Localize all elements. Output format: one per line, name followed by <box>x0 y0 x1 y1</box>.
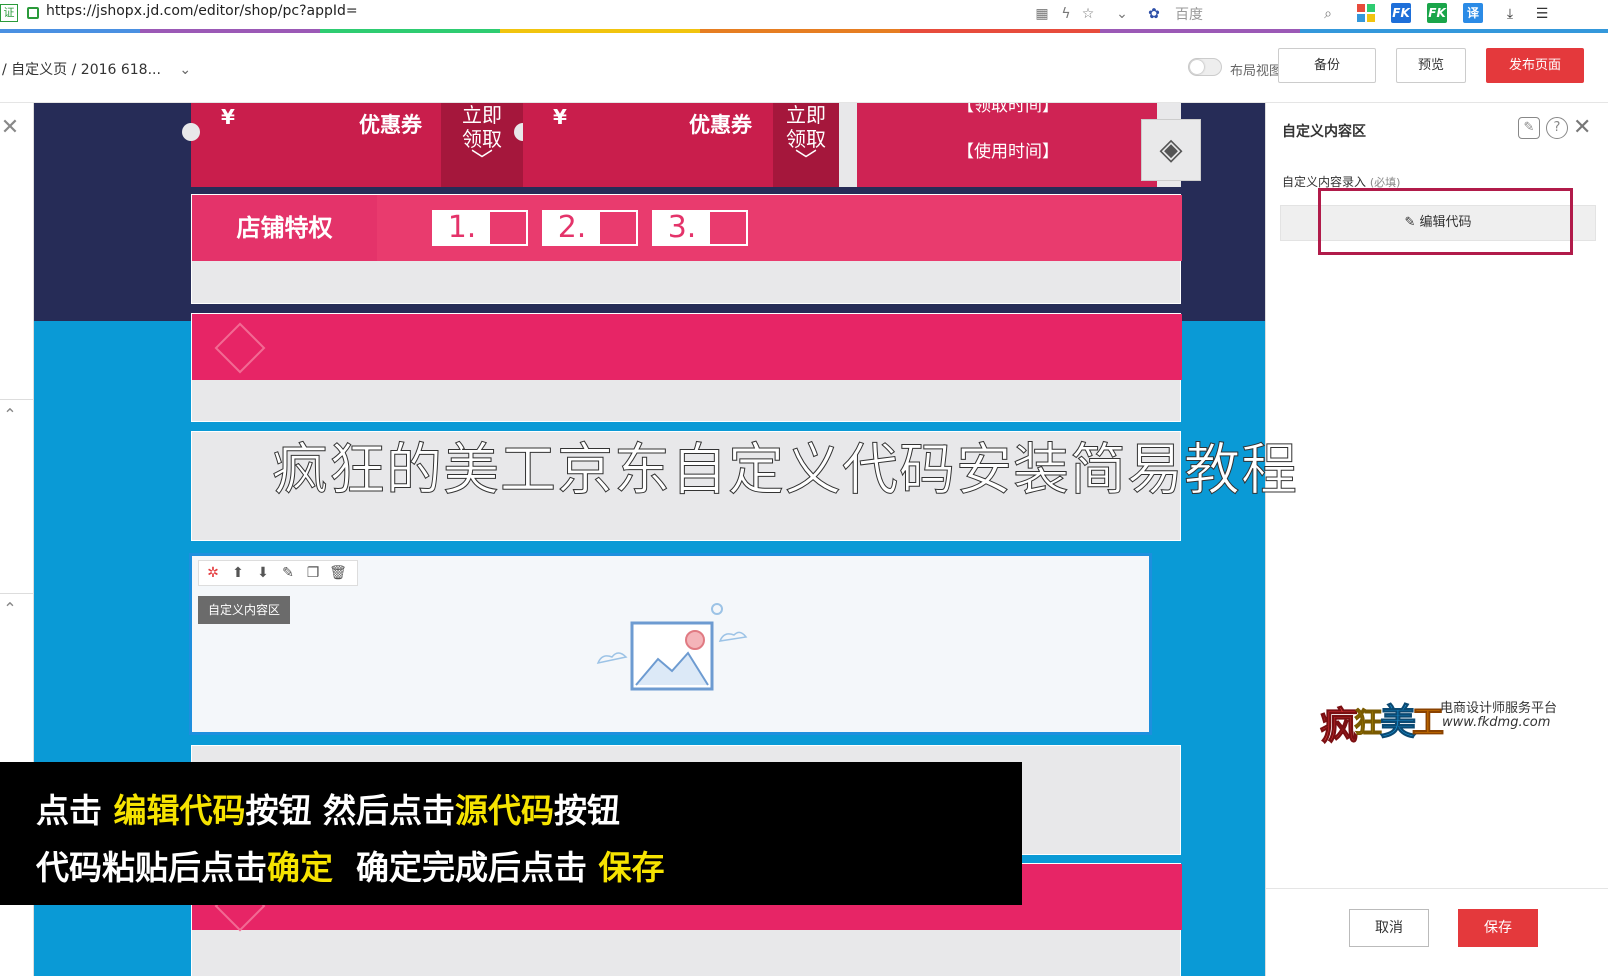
caption-text: 按钮 然后点击 <box>245 791 456 830</box>
privilege-item[interactable]: 2. <box>542 210 638 246</box>
layers-icon[interactable]: ◈ <box>1141 119 1201 181</box>
caption-highlight: 保存 <box>598 848 665 887</box>
privilege-item[interactable]: 1. <box>432 210 528 246</box>
move-up-icon[interactable]: ⬆ <box>228 563 248 583</box>
banner-module[interactable] <box>191 313 1182 422</box>
coupon-yen: ¥ <box>221 105 235 129</box>
close-icon[interactable]: ✕ <box>1573 115 1591 140</box>
chevron-down-icon[interactable]: ⌄ <box>1112 4 1132 24</box>
certificate-icon[interactable]: 证 <box>0 4 18 22</box>
fk-extension-green-icon[interactable]: FK <box>1427 3 1447 23</box>
privilege-number: 1. <box>434 212 490 244</box>
image-placeholder-icon <box>596 603 748 691</box>
caption-text: 代码粘贴后点击 <box>36 848 267 887</box>
coupon-get-line2: 领取 <box>462 127 502 151</box>
apps-grid-icon[interactable] <box>1357 4 1375 22</box>
privilege-number: 2. <box>544 212 600 244</box>
brand-logo-art: 疯 狂 美 工 <box>1319 702 1445 749</box>
publish-button[interactable]: 发布页面 <box>1486 48 1584 83</box>
coupon-get-line2: 领取 <box>786 127 826 151</box>
editor-header: / 自定义页 / 2016 618... ⌄ 布局视图 备份 预览 发布页面 <box>0 33 1608 103</box>
caption-text: 确定完成后点击 <box>333 848 599 887</box>
coupon-get-line1: 立即 <box>786 103 826 127</box>
chevron-up-icon[interactable]: ⌃ <box>0 405 20 424</box>
caption-line-1: 点击 编辑代码按钮 然后点击源代码按钮 <box>36 784 620 832</box>
preview-button[interactable]: 预览 <box>1396 48 1466 83</box>
edit-icon[interactable]: ✎ <box>278 563 298 583</box>
close-icon[interactable]: ✕ <box>0 115 20 140</box>
save-button[interactable]: 保存 <box>1458 909 1538 947</box>
caption-line-2: 代码粘贴后点击确定 确定完成后点击 保存 <box>36 841 664 889</box>
download-icon[interactable]: ⤓ <box>1500 4 1520 24</box>
privilege-module[interactable]: 店铺特权 1. 2. 3. <box>191 194 1182 304</box>
privilege-bar: 店铺特权 1. 2. 3. <box>192 195 1182 261</box>
brand-tagline: 电商设计师服务平台 <box>1440 701 1558 716</box>
coupon-get-button[interactable]: 立即 领取 ﹀ <box>773 103 839 187</box>
module-type-tag: 自定义内容区 <box>198 596 291 624</box>
custom-content-module[interactable]: ✲ ⬆ ⬇ ✎ ❐ 🗑 自定义内容区 <box>189 553 1152 735</box>
fk-extension-icon[interactable]: FK <box>1391 3 1411 23</box>
caption-highlight: 源代码 <box>455 791 554 830</box>
layout-view-toggle[interactable] <box>1188 58 1222 76</box>
brand-url: www.fkdmg.com <box>1442 715 1551 730</box>
coupon-use-time: 【使用时间】 <box>957 142 1059 162</box>
privilege-item[interactable]: 3. <box>652 210 748 246</box>
privilege-number: 3. <box>654 212 710 244</box>
tutorial-caption: 点击 编辑代码按钮 然后点击源代码按钮 代码粘贴后点击确定 确定完成后点击 保存 <box>0 762 1022 905</box>
menu-icon[interactable]: ☰ <box>1532 4 1552 24</box>
coupon-get-button[interactable]: 立即 领取 ﹀ <box>441 103 523 187</box>
qr-code-icon[interactable]: ▦ <box>1032 4 1052 24</box>
coupon-title: 优惠券 <box>689 113 752 137</box>
content-field-label-text: 自定义内容录入 <box>1282 175 1367 189</box>
lightning-icon[interactable]: ϟ <box>1056 4 1076 24</box>
translate-icon[interactable]: 译 <box>1463 3 1483 23</box>
tutorial-title: 疯狂的美工京东自定义代码安装简易教程 <box>272 438 1298 504</box>
breadcrumb[interactable]: / 自定义页 / 2016 618... ⌄ <box>2 59 191 79</box>
caption-highlight: 编辑代码 <box>113 791 246 830</box>
panel-footer: 取消 保存 <box>1266 888 1608 976</box>
coupon-claim-time: 【领取时间】 <box>957 103 1059 116</box>
coupon-card[interactable]: ¥ 优惠券 立即 领取 ﹀ <box>523 103 839 187</box>
coupon-get-line1: 立即 <box>462 103 502 127</box>
pink-banner <box>192 314 1182 380</box>
chevron-up-icon[interactable]: ⌃ <box>0 599 20 618</box>
lock-icon <box>27 7 39 19</box>
move-down-icon[interactable]: ⬇ <box>253 563 273 583</box>
coupon-yen: ¥ <box>553 105 567 129</box>
breadcrumb-text[interactable]: / 自定义页 / 2016 618... <box>2 62 161 78</box>
cancel-button[interactable]: 取消 <box>1349 909 1429 947</box>
address-bar[interactable]: https://jshopx.jd.com/editor/shop/pc?app… <box>46 3 358 19</box>
chevron-down-icon[interactable]: ⌄ <box>179 62 191 78</box>
baidu-paw-icon: ✿ <box>1148 6 1160 22</box>
delete-trash-icon[interactable]: 🗑 <box>328 563 348 583</box>
star-bookmark-icon[interactable]: ☆ <box>1078 4 1098 24</box>
diamond-decoration <box>214 322 266 374</box>
coupon-module[interactable]: ¥ 优惠券 立即 领取 ﹀ ¥ 优惠券 立即 领取 ﹀ 【领取时间】 【使用时间… <box>182 103 1181 187</box>
browser-toolbar: 证 https://jshopx.jd.com/editor/shop/pc?a… <box>0 0 1608 30</box>
caption-text: 按钮 <box>554 791 620 830</box>
coupon-notch <box>182 123 200 141</box>
privilege-label: 店铺特权 <box>192 195 377 261</box>
coupon-card[interactable]: 【领取时间】 【使用时间】 <box>857 103 1157 187</box>
feedback-icon[interactable]: ✎ <box>1518 117 1540 139</box>
divider <box>0 399 34 400</box>
caption-text: 点击 <box>36 791 114 830</box>
chevron-down-icon: ﹀ <box>794 149 817 174</box>
divider <box>0 593 34 594</box>
search-icon[interactable]: ⌕ <box>1318 4 1338 24</box>
panel-title: 自定义内容区 <box>1282 124 1366 140</box>
properties-panel: 自定义内容区 ✎ ? ✕ 自定义内容录入 (必填) ✎ 编辑代码 取消 保存 <box>1265 103 1608 976</box>
coupon-title: 优惠券 <box>359 113 422 137</box>
chevron-down-icon: ﹀ <box>470 149 493 174</box>
module-toolbar: ✲ ⬆ ⬇ ✎ ❐ 🗑 <box>198 560 358 586</box>
tutorial-highlight-box <box>1318 188 1573 255</box>
help-icon[interactable]: ? <box>1546 117 1568 139</box>
copy-icon[interactable]: ❐ <box>303 563 323 583</box>
backup-button[interactable]: 备份 <box>1278 48 1376 83</box>
coupon-card[interactable]: ¥ 优惠券 立即 领取 ﹀ <box>191 103 523 187</box>
caption-highlight: 确定 <box>267 848 333 887</box>
layout-view-label: 布局视图 <box>1230 64 1283 79</box>
settings-gear-icon[interactable]: ✲ <box>203 563 223 583</box>
